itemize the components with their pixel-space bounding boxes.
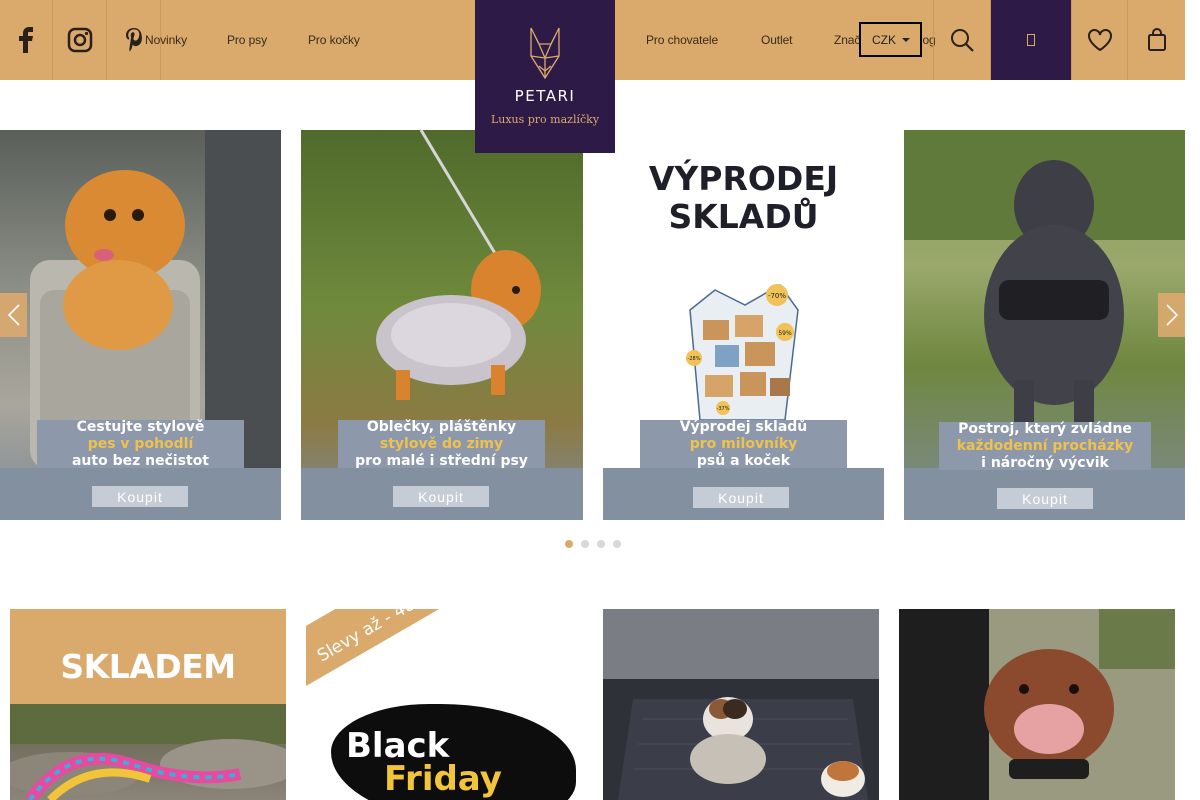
bulldog-in-harness-photo	[899, 609, 1175, 800]
instagram-link[interactable]	[53, 0, 107, 80]
slide-caption: Postroj, který zvládne každodenní prochá…	[939, 420, 1151, 471]
promo-tile-harness[interactable]	[899, 609, 1175, 800]
discount-badge: -28%	[688, 356, 701, 362]
caption-line: pro malé i střední psy	[355, 452, 528, 469]
logo-wordmark: PETARI	[514, 87, 576, 105]
chevron-right-icon	[1165, 304, 1178, 326]
currency-value: CZK	[872, 32, 896, 47]
shop-button[interactable]: Koupit	[393, 486, 489, 507]
nav-pro-psy[interactable]: Pro psy	[227, 33, 267, 47]
caption-line: Oblečky, pláštěnky	[366, 418, 517, 435]
shop-button[interactable]: Koupit	[997, 488, 1093, 509]
dogs-in-car-trunk-photo	[603, 609, 879, 800]
currency-selector[interactable]: CZK	[859, 22, 922, 57]
shopping-bag-icon	[1147, 28, 1166, 51]
carousel-slide[interactable]: Postroj, který zvládne každodenní prochá…	[904, 130, 1185, 520]
caption-line: i náročný výcvik	[981, 454, 1109, 471]
caption-line: auto bez nečistot	[71, 452, 210, 469]
collars-photo	[10, 704, 286, 800]
user-icon	[1027, 34, 1035, 46]
caption-line: stylově do zimy	[379, 435, 504, 452]
facebook-icon	[19, 27, 33, 53]
sale-title-line: VÝPRODEJ	[648, 159, 839, 198]
site-logo[interactable]: PETARI Luxus pro mazlíčky	[475, 0, 615, 153]
discount-badge: -37%	[717, 406, 730, 412]
carousel-prev-button[interactable]	[0, 293, 27, 337]
caption-line: Cestujte stylově	[76, 418, 205, 435]
slide-caption: Oblečky, pláštěnky stylově do zimy pro m…	[338, 418, 545, 469]
caret-down-icon	[902, 37, 910, 42]
caption-line: psů a koček	[696, 452, 791, 469]
caption-line: pro milovníky	[689, 435, 798, 452]
carousel-next-button[interactable]	[1158, 293, 1185, 337]
slide-caption: Cestujte stylově pes v pohodlí auto bez …	[37, 418, 244, 469]
slide-caption: Výprodej skladů pro milovníky psů a koče…	[640, 418, 847, 469]
wishlist-button[interactable]	[1071, 0, 1128, 80]
facebook-link[interactable]	[0, 0, 53, 80]
chevron-left-icon	[7, 304, 20, 326]
nav-pro-chovatele[interactable]: Pro chovatele	[646, 33, 718, 47]
promo-tile-car-cover[interactable]	[603, 609, 879, 800]
dog-in-harness-photo	[904, 130, 1185, 460]
nav-pro-kocky[interactable]: Pro kočky	[308, 33, 360, 47]
carousel-pagination	[565, 540, 621, 548]
shop-button[interactable]: Koupit	[92, 486, 188, 507]
promo-tile-black-friday[interactable]: Slevy až - 48% Black Friday	[306, 609, 582, 800]
shop-button[interactable]: Koupit	[693, 487, 789, 508]
sale-title: VÝPRODEJ SKLADŮ	[603, 160, 884, 236]
black-friday-line: Friday	[384, 759, 502, 799]
caption-line: pes v pohodlí	[87, 435, 194, 452]
discount-badge: 59%	[778, 330, 792, 337]
carousel-dot[interactable]	[581, 540, 589, 548]
caption-line: Postroj, který zvládne	[958, 420, 1132, 437]
nav-outlet[interactable]: Outlet	[761, 33, 793, 47]
heart-icon	[1087, 29, 1112, 52]
tile-headline: SKLADEM	[60, 647, 236, 686]
search-icon	[951, 29, 974, 52]
carousel-slide[interactable]: Cestujte stylově pes v pohodlí auto bez …	[0, 130, 281, 520]
cart-button[interactable]	[1128, 0, 1185, 80]
caption-line: každodenní procházky	[956, 437, 1134, 454]
instagram-icon	[67, 27, 92, 53]
carousel-dot[interactable]	[597, 540, 605, 548]
sale-title-line: SKLADŮ	[668, 197, 819, 236]
carousel-slide[interactable]: VÝPRODEJ SKLADŮ -70% 59% -28% -37% Výpro…	[603, 130, 884, 520]
carousel-dot[interactable]	[613, 540, 621, 548]
logo-tagline: Luxus pro mazlíčky	[490, 113, 600, 126]
dog-head-logo-icon	[530, 27, 560, 80]
carousel-dot[interactable]	[565, 540, 573, 548]
caption-line: Výprodej skladů	[679, 418, 808, 435]
promo-tile-skladem[interactable]: SKLADEM	[10, 609, 286, 800]
cardboard-boxes-illustration: -70% 59% -28% -37%	[686, 284, 799, 420]
nav-novinky[interactable]: Novinky	[145, 33, 187, 47]
account-button[interactable]	[991, 0, 1071, 80]
carousel-slide[interactable]: Oblečky, pláštěnky stylově do zimy pro m…	[301, 130, 583, 520]
hero-carousel: Cestujte stylově pes v pohodlí auto bez …	[0, 130, 1185, 520]
pinterest-icon	[125, 28, 142, 52]
search-button[interactable]	[933, 0, 991, 80]
discount-badge: -70%	[768, 292, 786, 300]
